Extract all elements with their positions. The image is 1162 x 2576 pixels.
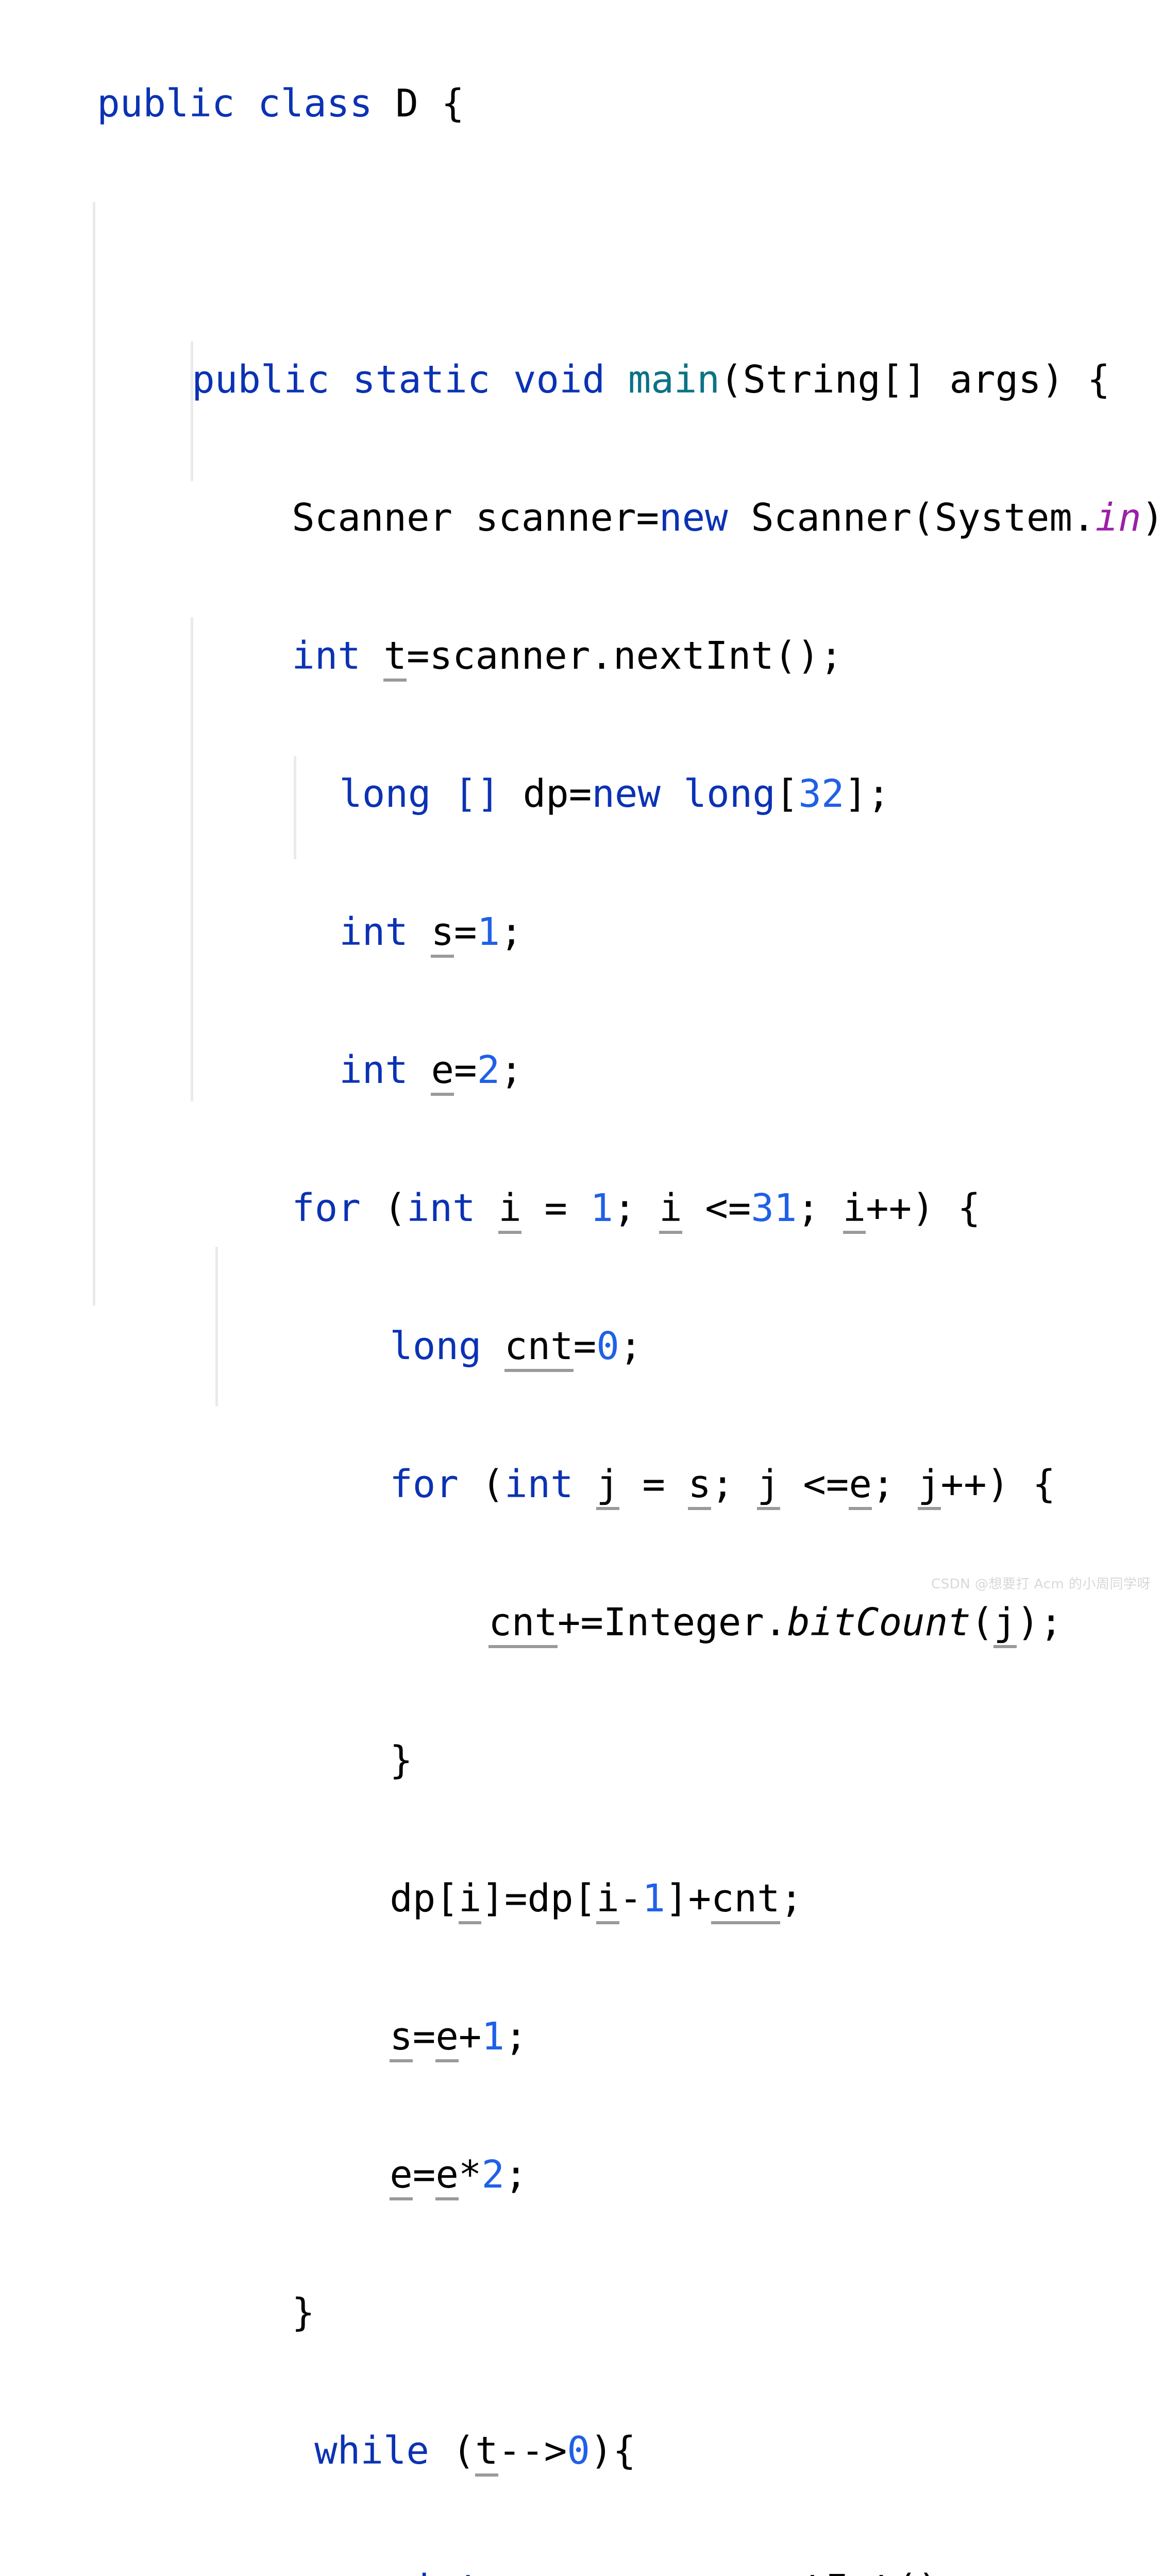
token-variable-s: s bbox=[688, 1462, 711, 1510]
token-keyword-new: new bbox=[659, 496, 728, 540]
token-keyword-void: void bbox=[513, 358, 605, 402]
token-keyword-long: long bbox=[339, 772, 431, 816]
code-line-13[interactable]: } bbox=[0, 1657, 1162, 1783]
code-line-18[interactable]: while (t-->0){ bbox=[0, 2347, 1162, 2477]
token-keyword-new: new bbox=[592, 772, 661, 816]
code-editor-viewport[interactable]: public class D { public static void main… bbox=[0, 0, 1162, 2576]
token-field-in: in bbox=[1095, 496, 1141, 540]
token-keyword-int: int bbox=[292, 634, 361, 678]
token-expr-nextint: n=scanner.nextInt(); bbox=[481, 2567, 963, 2576]
token-keyword-int: int bbox=[412, 2567, 481, 2576]
token-variable-e: e bbox=[849, 1462, 872, 1510]
token-variable-j: j bbox=[993, 1600, 1017, 1648]
token-keyword-public: public bbox=[97, 81, 235, 126]
token-type-scanner: Scanner scanner= bbox=[292, 496, 660, 540]
code-line-15[interactable]: s=e+1; bbox=[0, 1933, 1162, 2062]
token-classname-d: D { bbox=[372, 81, 465, 126]
token-variable-j: j bbox=[757, 1462, 780, 1510]
token-number-0: 0 bbox=[596, 1324, 619, 1368]
code-line-4[interactable]: Scanner scanner=new Scanner(System.in); bbox=[0, 414, 1162, 540]
code-line-1[interactable]: public class D { bbox=[0, 0, 1162, 126]
token-keyword-class: class bbox=[258, 81, 373, 126]
token-number-32: 32 bbox=[798, 772, 845, 816]
token-keyword-while: while bbox=[314, 2429, 429, 2473]
token-brace-close: } bbox=[292, 2291, 315, 2335]
code-line-17[interactable]: } bbox=[0, 2209, 1162, 2335]
code-line-14[interactable]: dp[i]=dp[i-1]+cnt; bbox=[0, 1795, 1162, 1924]
token-variable-e: e bbox=[435, 2014, 459, 2062]
code-line-5[interactable]: int t=scanner.nextInt(); bbox=[0, 552, 1162, 682]
token-variable-j: j bbox=[917, 1462, 941, 1510]
token-variable-s: s bbox=[431, 910, 454, 958]
token-variable-s: s bbox=[390, 2014, 413, 2062]
token-staticmethod-bitcount: bitCount bbox=[787, 1600, 971, 1645]
code-line-11[interactable]: for (int j = s; j <=e; j++) { bbox=[0, 1381, 1162, 1510]
token-keyword-int: int bbox=[504, 1462, 574, 1506]
token-ctor-scanner: Scanner(System. bbox=[728, 496, 1096, 540]
token-variable-i: i bbox=[596, 1876, 619, 1924]
code-line-10[interactable]: long cnt=0; bbox=[0, 1243, 1162, 1372]
token-keyword-long: long bbox=[390, 1324, 482, 1368]
csdn-watermark: CSDN @想要打 Acm 的小周同学呀 bbox=[931, 1577, 1151, 1592]
code-line-3[interactable]: public static void main(String[] args) { bbox=[0, 276, 1162, 402]
token-params-main: (String[] args) { bbox=[719, 358, 1110, 402]
token-variable-j: j bbox=[596, 1462, 619, 1510]
token-variable-dp: dp= bbox=[500, 772, 592, 816]
token-number-1: 1 bbox=[481, 2014, 505, 2059]
token-brackets: [] bbox=[454, 772, 500, 816]
code-line-9[interactable]: for (int i = 1; i <=31; i++) { bbox=[0, 1105, 1162, 1234]
token-variable-i: i bbox=[659, 1186, 682, 1234]
token-number-0: 0 bbox=[567, 2429, 590, 2473]
token-variable-cnt: cnt bbox=[711, 1876, 780, 1924]
token-variable-cnt: cnt bbox=[504, 1324, 574, 1372]
token-keyword-int: int bbox=[406, 1186, 476, 1230]
token-keyword-public: public bbox=[192, 358, 330, 402]
token-variable-e: e bbox=[431, 1048, 454, 1096]
token-number-2: 2 bbox=[477, 1048, 500, 1092]
token-keyword-int: int bbox=[339, 910, 408, 954]
token-variable-t: t bbox=[475, 2429, 498, 2477]
token-variable-i: i bbox=[498, 1186, 521, 1234]
token-expr-nextint: =scanner.nextInt(); bbox=[407, 634, 843, 678]
token-variable-i: i bbox=[458, 1876, 482, 1924]
token-number-2: 2 bbox=[481, 2153, 505, 2197]
token-variable-i: i bbox=[843, 1186, 866, 1234]
code-line-19[interactable]: int n=scanner.nextInt(); bbox=[0, 2485, 1162, 2576]
token-number-1: 1 bbox=[642, 1876, 665, 1921]
token-variable-e: e bbox=[390, 2153, 413, 2200]
token-keyword-int: int bbox=[339, 1048, 408, 1092]
code-line-2-blank[interactable] bbox=[0, 138, 1162, 207]
code-line-16[interactable]: e=e*2; bbox=[0, 2071, 1162, 2200]
token-number-1: 1 bbox=[477, 910, 500, 954]
token-variable-e: e bbox=[435, 2153, 459, 2200]
token-keyword-static: static bbox=[352, 358, 491, 402]
token-keyword-for: for bbox=[390, 1462, 459, 1506]
token-method-main: main bbox=[628, 358, 720, 402]
token-number-1: 1 bbox=[590, 1186, 613, 1230]
code-line-6[interactable]: long [] dp=new long[32]; bbox=[0, 690, 1162, 816]
token-keyword-long: long bbox=[683, 772, 776, 816]
code-line-8[interactable]: int e=2; bbox=[0, 967, 1162, 1096]
token-brace-close: } bbox=[390, 1738, 413, 1783]
token-keyword-for: for bbox=[292, 1186, 361, 1230]
token-variable-cnt: cnt bbox=[489, 1600, 558, 1648]
token-variable-t: t bbox=[383, 634, 407, 682]
token-number-31: 31 bbox=[751, 1186, 797, 1230]
code-line-7[interactable]: int s=1; bbox=[0, 828, 1162, 958]
